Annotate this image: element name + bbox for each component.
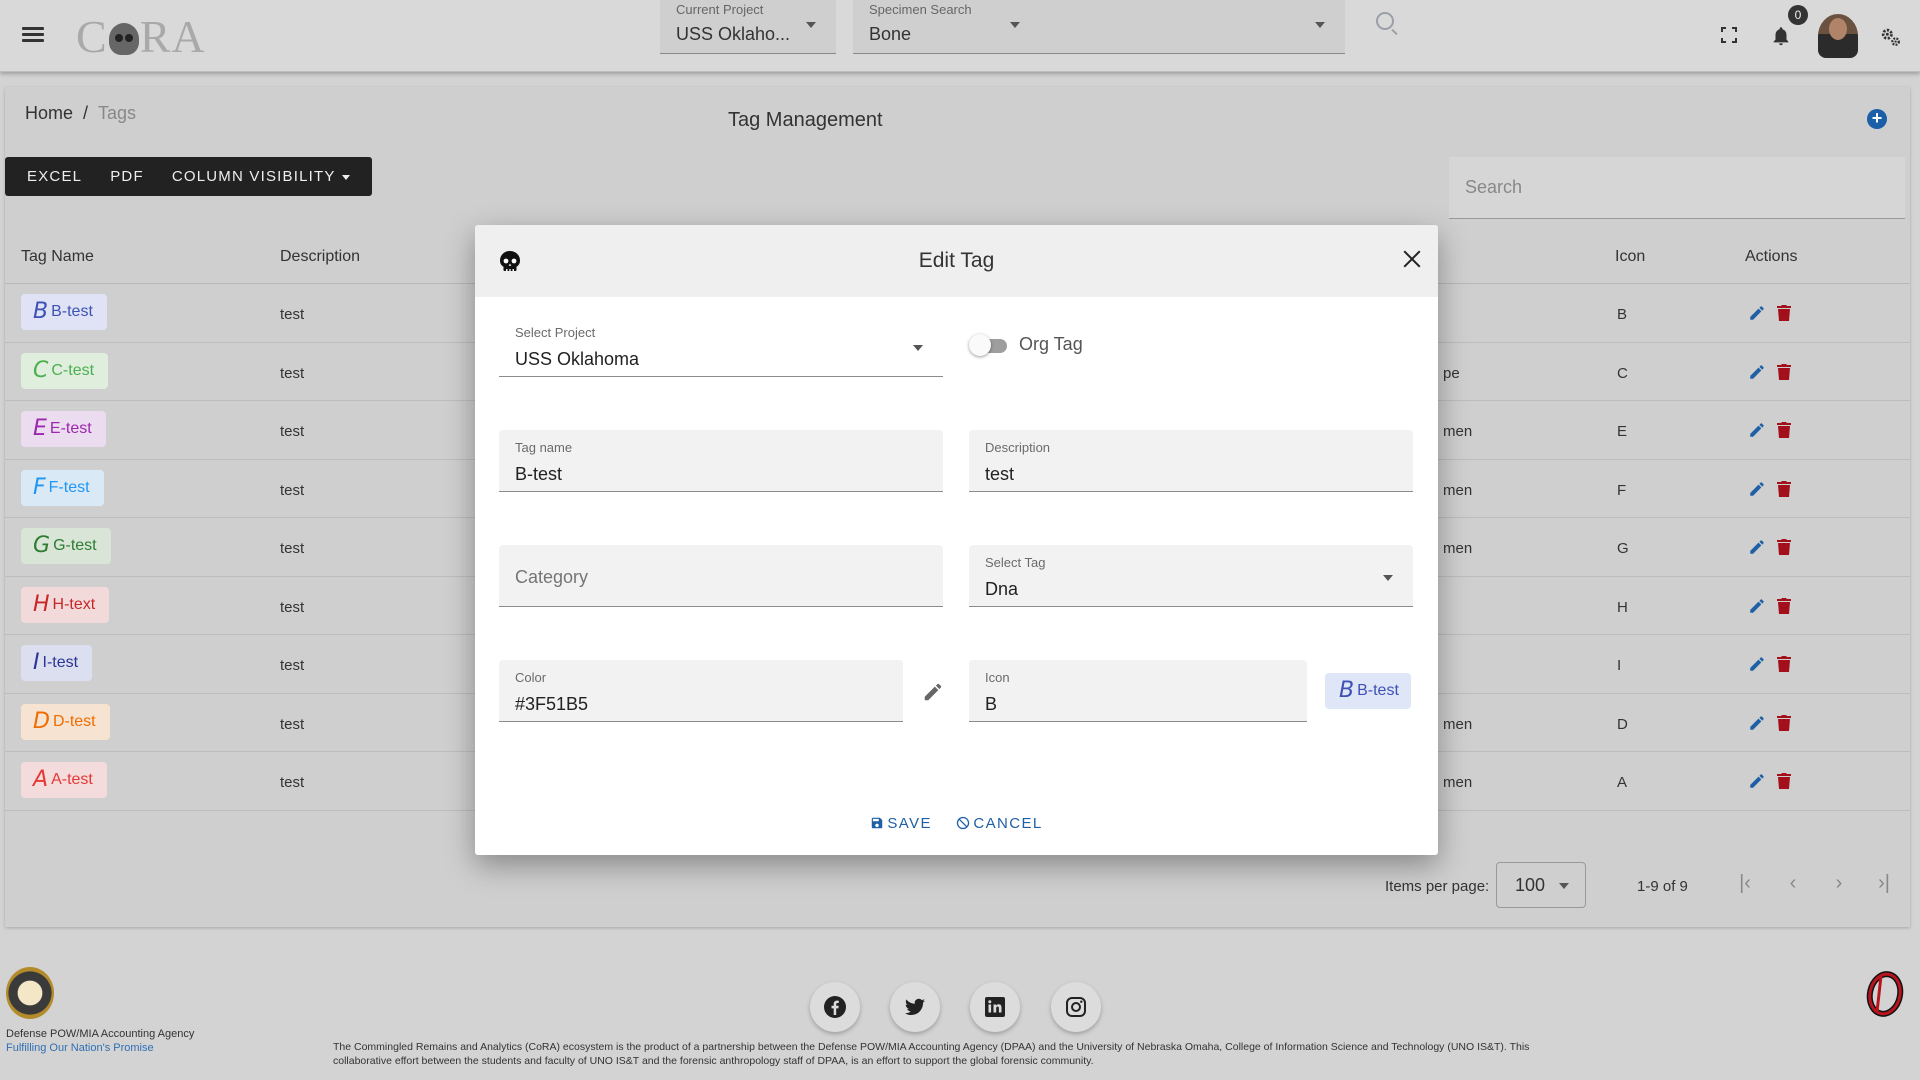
dialog-actions: SAVE CANCEL [475,815,1438,833]
icon-value: B [985,694,998,714]
cancel-button[interactable]: CANCEL [956,815,1042,832]
select-project-label: Select Project [515,325,596,340]
color-value: #3F51B5 [515,694,589,714]
select-project-value: USS Oklahoma [515,349,640,369]
tag-preview-chip: B B-test [1325,673,1411,709]
icon-label: Icon [985,670,1010,685]
category-field[interactable]: Category [499,545,943,607]
tag-preview-name: B-test [1357,682,1399,699]
description-label: Description [985,440,1051,455]
color-label: Color [515,670,547,685]
tag-name-field[interactable]: Tag name B-test [499,430,943,492]
select-tag-dropdown[interactable]: Select Tag Dna [969,545,1413,607]
dialog-title: Edit Tag [918,249,995,272]
chevron-down-icon [1383,575,1393,581]
save-button[interactable]: SAVE [870,815,932,832]
select-tag-label: Select Tag [985,555,1046,570]
save-label: SAVE [887,815,932,832]
save-icon [872,817,883,829]
cancel-label: CANCEL [973,815,1043,832]
tag-preview-glyph: B [1339,678,1355,703]
dialog-header: Edit Tag [475,225,1438,297]
edit-tag-dialog: Edit Tag Select Project USS Oklahoma Org… [475,225,1438,855]
chevron-down-icon [913,345,923,351]
select-tag-value: Dna [985,579,1019,599]
icon-field[interactable]: Icon B [969,660,1307,722]
org-tag-toggle[interactable] [969,334,1009,356]
select-project-dropdown[interactable]: Select Project USS Oklahoma [499,315,943,377]
color-picker-pencil-icon[interactable] [922,681,944,703]
description-value: test [985,464,1015,484]
color-field[interactable]: Color #3F51B5 [499,660,903,722]
cancel-icon [957,816,970,830]
close-icon[interactable] [1403,250,1421,268]
tag-name-label: Tag name [515,440,573,455]
org-tag-label: Org Tag [1019,334,1083,354]
category-placeholder: Category [515,567,589,587]
description-field[interactable]: Description test [969,430,1413,492]
tag-name-value: B-test [515,464,563,484]
